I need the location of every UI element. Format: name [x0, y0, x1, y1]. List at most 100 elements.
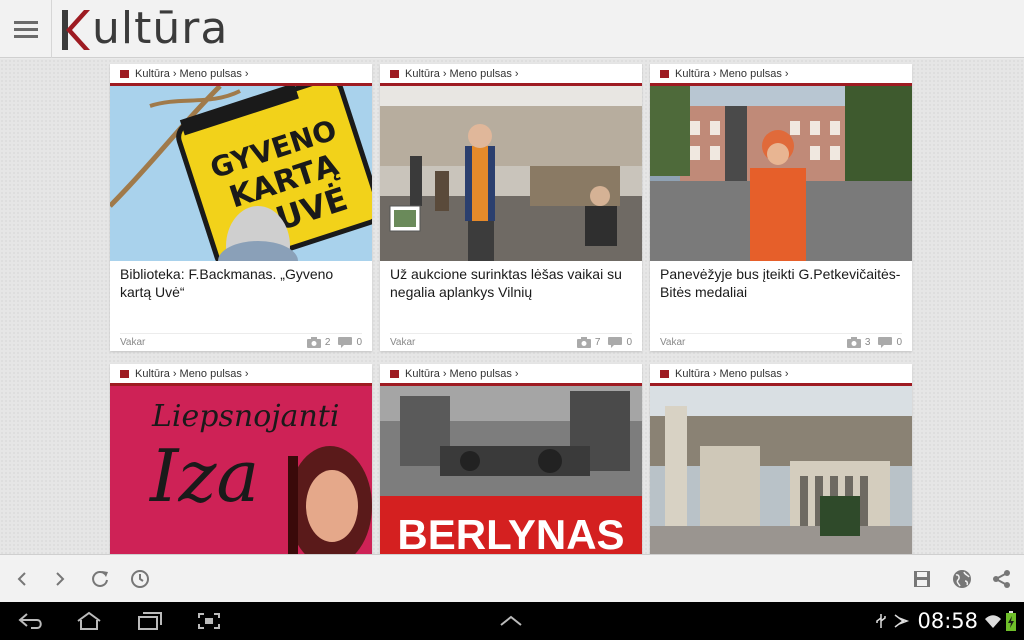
breadcrumb: Kultūra › Meno pulsas › — [380, 64, 642, 86]
article-image[interactable]: Liepsnojanti Iza — [110, 386, 372, 554]
system-recents-button[interactable] — [134, 610, 164, 632]
category-marker-icon — [120, 369, 129, 378]
breadcrumb-separator: › — [514, 367, 519, 380]
breadcrumb-section[interactable]: Kultūra — [405, 368, 440, 380]
screenshot-icon — [198, 613, 220, 629]
comment-count: 0 — [608, 337, 632, 348]
article-card[interactable]: Kultūra › Meno pulsas › Liepsnojanti Iza — [110, 364, 372, 554]
camera-icon — [576, 337, 591, 348]
refresh-button[interactable] — [88, 567, 112, 591]
article-grid: Kultūra › Meno pulsas › FREDRIK BACK GYV… — [0, 59, 1024, 554]
image-text-line1: BERLYNAS — [397, 511, 624, 554]
wifi-icon — [985, 615, 1001, 628]
breadcrumb-separator: › — [784, 367, 789, 380]
recent-apps-icon — [138, 612, 162, 630]
photo-count: 7 — [576, 337, 600, 348]
breadcrumb-subsection[interactable]: Meno pulsas — [180, 68, 242, 80]
breadcrumb-section[interactable]: Kultūra — [135, 68, 170, 80]
system-back-button[interactable] — [16, 610, 46, 632]
breadcrumb: Kultūra › Meno pulsas › — [650, 64, 912, 86]
wifi-status — [984, 610, 1002, 632]
home-icon — [77, 611, 101, 630]
article-image[interactable] — [650, 86, 912, 261]
breadcrumb: Kultūra › Meno pulsas › — [650, 364, 912, 386]
comment-count-value: 0 — [356, 337, 362, 348]
breadcrumb-section[interactable]: Kultūra — [675, 368, 710, 380]
category-marker-icon — [390, 69, 399, 78]
breadcrumb-subsection[interactable]: Meno pulsas — [450, 68, 512, 80]
save-icon — [914, 571, 930, 587]
article-date: Vakar — [660, 337, 686, 348]
article-image[interactable] — [380, 86, 642, 261]
article-card[interactable]: Kultūra › Meno pulsas › FREDRIK BACK GYV… — [110, 64, 372, 351]
article-title[interactable]: Panevėžyje bus įteikti G.Petkevičaitės-B… — [650, 261, 912, 333]
image-text-line2: Iza — [148, 434, 259, 518]
back-button[interactable] — [10, 567, 34, 591]
article-title[interactable]: Už aukcione surinktas lėšas vaikai su ne… — [380, 261, 642, 333]
breadcrumb-separator: › — [442, 67, 447, 80]
breadcrumb-subsection[interactable]: Meno pulsas — [720, 368, 782, 380]
article-card[interactable]: Kultūra › Meno pulsas › BERLYNAS — [380, 364, 642, 554]
article-title[interactable]: Biblioteka: F.Backmanas. „Gyveno kartą U… — [110, 261, 372, 333]
article-meta: Vakar 7 0 — [390, 333, 632, 351]
breadcrumb-section[interactable]: Kultūra — [675, 68, 710, 80]
open-in-browser-button[interactable] — [950, 567, 974, 591]
category-marker-icon — [390, 369, 399, 378]
system-menu-button[interactable] — [496, 610, 526, 632]
comment-icon — [878, 337, 893, 348]
breadcrumb-separator: › — [172, 67, 177, 80]
comment-icon — [338, 337, 353, 348]
breadcrumb: Kultūra › Meno pulsas › — [110, 64, 372, 86]
breadcrumb-separator: › — [244, 367, 249, 380]
hamburger-icon — [13, 17, 38, 42]
battery-icon — [1006, 611, 1016, 631]
chevron-up-icon — [500, 615, 522, 626]
forward-button[interactable] — [48, 567, 72, 591]
save-button[interactable] — [910, 567, 934, 591]
breadcrumb: Kultūra › Meno pulsas › — [380, 364, 642, 386]
breadcrumb-subsection[interactable]: Meno pulsas — [720, 68, 782, 80]
chevron-right-icon — [56, 572, 65, 586]
breadcrumb-subsection[interactable]: Meno pulsas — [180, 368, 242, 380]
article-card[interactable]: Kultūra › Meno pulsas › — [380, 64, 642, 351]
system-clock: 08:58 — [917, 609, 978, 633]
article-meta: Vakar 2 0 — [120, 333, 362, 351]
breadcrumb: Kultūra › Meno pulsas › — [110, 364, 372, 386]
system-home-button[interactable] — [74, 610, 104, 632]
battery-status — [1004, 610, 1018, 632]
article-image[interactable] — [650, 386, 912, 554]
usb-status — [872, 610, 912, 632]
menu-button[interactable] — [0, 0, 52, 58]
camera-icon — [306, 337, 321, 348]
comment-count: 0 — [338, 337, 362, 348]
article-card[interactable]: Kultūra › Meno pulsas › — [650, 364, 912, 554]
article-date: Vakar — [390, 337, 416, 348]
chevron-left-icon — [17, 572, 26, 586]
screenshot-button[interactable] — [194, 610, 224, 632]
breadcrumb-separator: › — [442, 367, 447, 380]
article-image[interactable]: FREDRIK BACK GYVENO KARTĄ UVĖ — [110, 86, 372, 261]
usb-icon — [876, 614, 910, 628]
breadcrumb-section[interactable]: Kultūra — [405, 68, 440, 80]
article-card[interactable]: Kultūra › Meno pulsas › — [650, 64, 912, 351]
comment-count-value: 0 — [896, 337, 902, 348]
photo-count: 3 — [846, 337, 870, 348]
logo-k-mark — [62, 10, 90, 50]
breadcrumb-subsection[interactable]: Meno pulsas — [450, 368, 512, 380]
photo-count: 2 — [306, 337, 330, 348]
logo-text: ultūra — [92, 3, 229, 54]
comment-count: 0 — [878, 337, 902, 348]
browser-toolbar — [0, 554, 1024, 602]
globe-icon — [953, 570, 971, 588]
category-marker-icon — [120, 69, 129, 78]
camera-icon — [846, 337, 861, 348]
breadcrumb-separator: › — [244, 67, 249, 80]
breadcrumb-section[interactable]: Kultūra — [135, 368, 170, 380]
comment-icon — [608, 337, 623, 348]
article-image[interactable]: BERLYNAS — [380, 386, 642, 554]
history-button[interactable] — [128, 567, 152, 591]
breadcrumb-separator: › — [784, 67, 789, 80]
share-button[interactable] — [990, 567, 1014, 591]
breadcrumb-separator: › — [172, 367, 177, 380]
app-logo[interactable]: ultūra — [60, 4, 228, 54]
